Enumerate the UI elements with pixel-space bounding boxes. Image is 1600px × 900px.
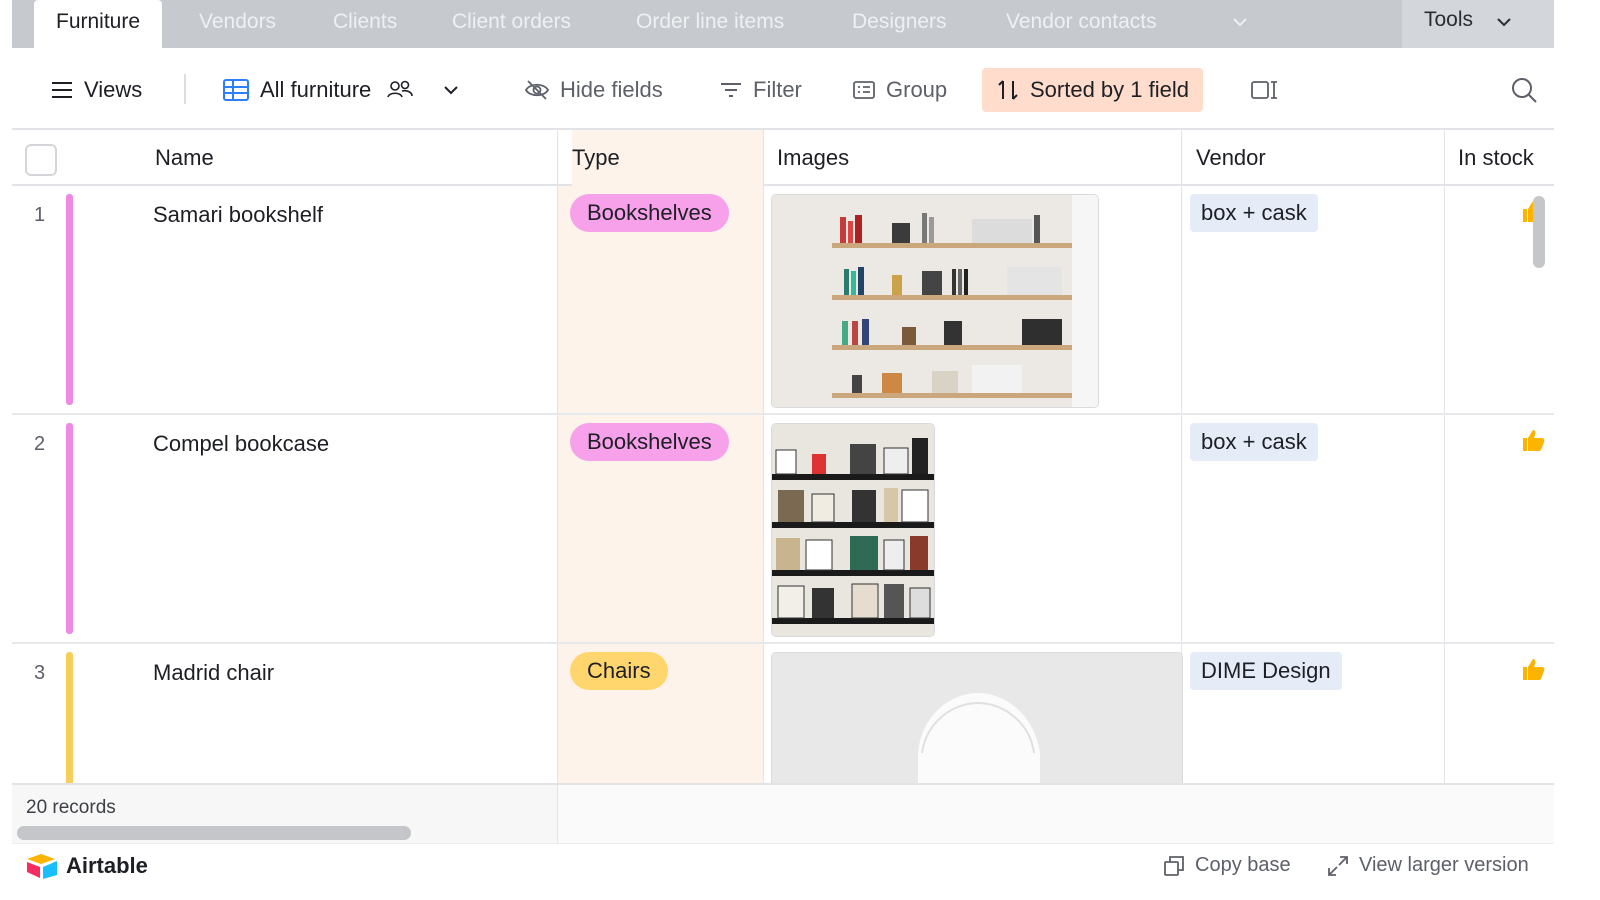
thumbs-up-icon[interactable] [1520, 427, 1546, 453]
view-toolbar: Views All furniture Hide fields Filter G… [12, 48, 1554, 130]
group-button[interactable]: Group [852, 68, 947, 112]
table-row[interactable]: 3 Madrid chair Chairs DIME Design [12, 644, 1554, 783]
chevron-down-icon [444, 86, 458, 95]
sort-label: Sorted by 1 field [1030, 77, 1189, 102]
type-pill[interactable]: Bookshelves [570, 194, 729, 232]
views-button[interactable]: Views [50, 68, 142, 112]
copy-icon [1164, 855, 1184, 876]
tab-client-orders[interactable]: Client orders [452, 0, 571, 48]
tab-designers[interactable]: Designers [852, 0, 947, 48]
view-name: All furniture [260, 77, 372, 102]
tab-furniture[interactable]: Furniture [34, 0, 163, 48]
bookcase-image-thumbnail[interactable] [771, 423, 935, 637]
search-button[interactable] [1510, 68, 1548, 112]
tab-clients[interactable]: Clients [333, 0, 397, 48]
vendor-chip[interactable]: box + cask [1190, 194, 1318, 232]
grid-header-row: Name Type Images Vendor In stock [12, 130, 1554, 186]
filter-icon [721, 83, 741, 97]
tab-vendors[interactable]: Vendors [199, 0, 276, 48]
records-grid: Name Type Images Vendor In stock 1 Samar… [12, 130, 1554, 783]
hide-fields-button[interactable]: Hide fields [524, 68, 663, 112]
bookshelf-image-thumbnail[interactable] [771, 194, 1099, 408]
type-pill[interactable]: Chairs [570, 652, 668, 690]
grid-footer: 20 records [12, 783, 1554, 845]
hide-fields-label: Hide fields [560, 77, 663, 102]
filter-label: Filter [753, 77, 802, 102]
tools-menu-button[interactable]: Tools [1402, 0, 1554, 48]
filter-button[interactable]: Filter [719, 68, 802, 112]
column-header-type[interactable]: Type [572, 130, 764, 186]
row-number: 2 [34, 433, 46, 455]
row-color-bar [66, 652, 73, 783]
tab-vendor-contacts[interactable]: Vendor contacts [1006, 0, 1157, 48]
column-header-vendor[interactable]: Vendor [1196, 130, 1266, 186]
eye-slash-icon [524, 80, 550, 100]
row-height-button[interactable] [1250, 68, 1290, 112]
airtable-logo-link[interactable]: Airtable [26, 852, 148, 880]
vendor-chip[interactable]: DIME Design [1190, 652, 1342, 690]
name-cell[interactable]: Madrid chair [153, 660, 274, 686]
view-switcher-button[interactable]: All furniture [222, 68, 471, 112]
row-color-bar [66, 194, 73, 405]
group-label: Group [886, 77, 948, 102]
vertical-scrollbar[interactable] [1533, 196, 1545, 268]
column-header-name[interactable]: Name [155, 130, 214, 186]
brand-name: Airtable [66, 853, 148, 878]
chair-photo [772, 653, 1182, 783]
view-larger-link[interactable]: View larger version [1327, 854, 1529, 877]
name-cell[interactable]: Samari bookshelf [153, 202, 323, 228]
bookshelf-photo [772, 195, 1098, 407]
column-header-images[interactable]: Images [777, 130, 849, 186]
horizontal-scrollbar[interactable] [17, 826, 411, 840]
thumbs-up-icon[interactable] [1520, 656, 1546, 682]
grid-view-icon [223, 79, 249, 101]
tab-order-line-items[interactable]: Order line items [636, 0, 784, 48]
view-larger-label: View larger version [1359, 854, 1529, 876]
chair-image-thumbnail[interactable] [771, 652, 1183, 783]
table-tab-bar: Furniture Vendors Clients Client orders … [12, 0, 1554, 48]
column-header-in-stock[interactable]: In stock [1458, 130, 1534, 186]
airtable-logo-icon [27, 854, 57, 879]
sort-button[interactable]: Sorted by 1 field [982, 68, 1203, 112]
name-cell[interactable]: Compel bookcase [153, 431, 329, 457]
chevron-down-icon [1497, 18, 1511, 27]
copy-base-label: Copy base [1195, 854, 1291, 876]
group-icon [853, 81, 875, 99]
sort-arrows-icon [998, 80, 1018, 100]
row-color-bar [66, 423, 73, 634]
collaborative-users-icon [387, 80, 414, 98]
row-height-icon [1251, 81, 1277, 99]
search-icon [1512, 78, 1537, 103]
select-all-checkbox[interactable] [25, 144, 57, 176]
chevron-down-icon[interactable] [1230, 12, 1250, 32]
expand-icon [1328, 855, 1348, 876]
tools-label: Tools [1424, 8, 1474, 31]
vendor-chip[interactable]: box + cask [1190, 423, 1318, 461]
type-pill[interactable]: Bookshelves [570, 423, 729, 461]
bookcase-photo [772, 424, 934, 636]
embed-bottom-bar: Airtable Copy base View larger version [12, 843, 1554, 889]
hamburger-menu-icon [52, 82, 72, 98]
table-row[interactable]: 2 Compel bookcase Bookshelves box + cask [12, 415, 1554, 644]
views-label: Views [84, 77, 143, 102]
copy-base-link[interactable]: Copy base [1163, 854, 1291, 877]
footer-summary: 20 records [12, 785, 558, 845]
row-number: 1 [34, 204, 46, 226]
record-count: 20 records [26, 797, 116, 818]
table-row[interactable]: 1 Samari bookshelf Bookshelves box + cas… [12, 186, 1554, 415]
toolbar-divider [184, 74, 186, 104]
row-number: 3 [34, 662, 46, 684]
